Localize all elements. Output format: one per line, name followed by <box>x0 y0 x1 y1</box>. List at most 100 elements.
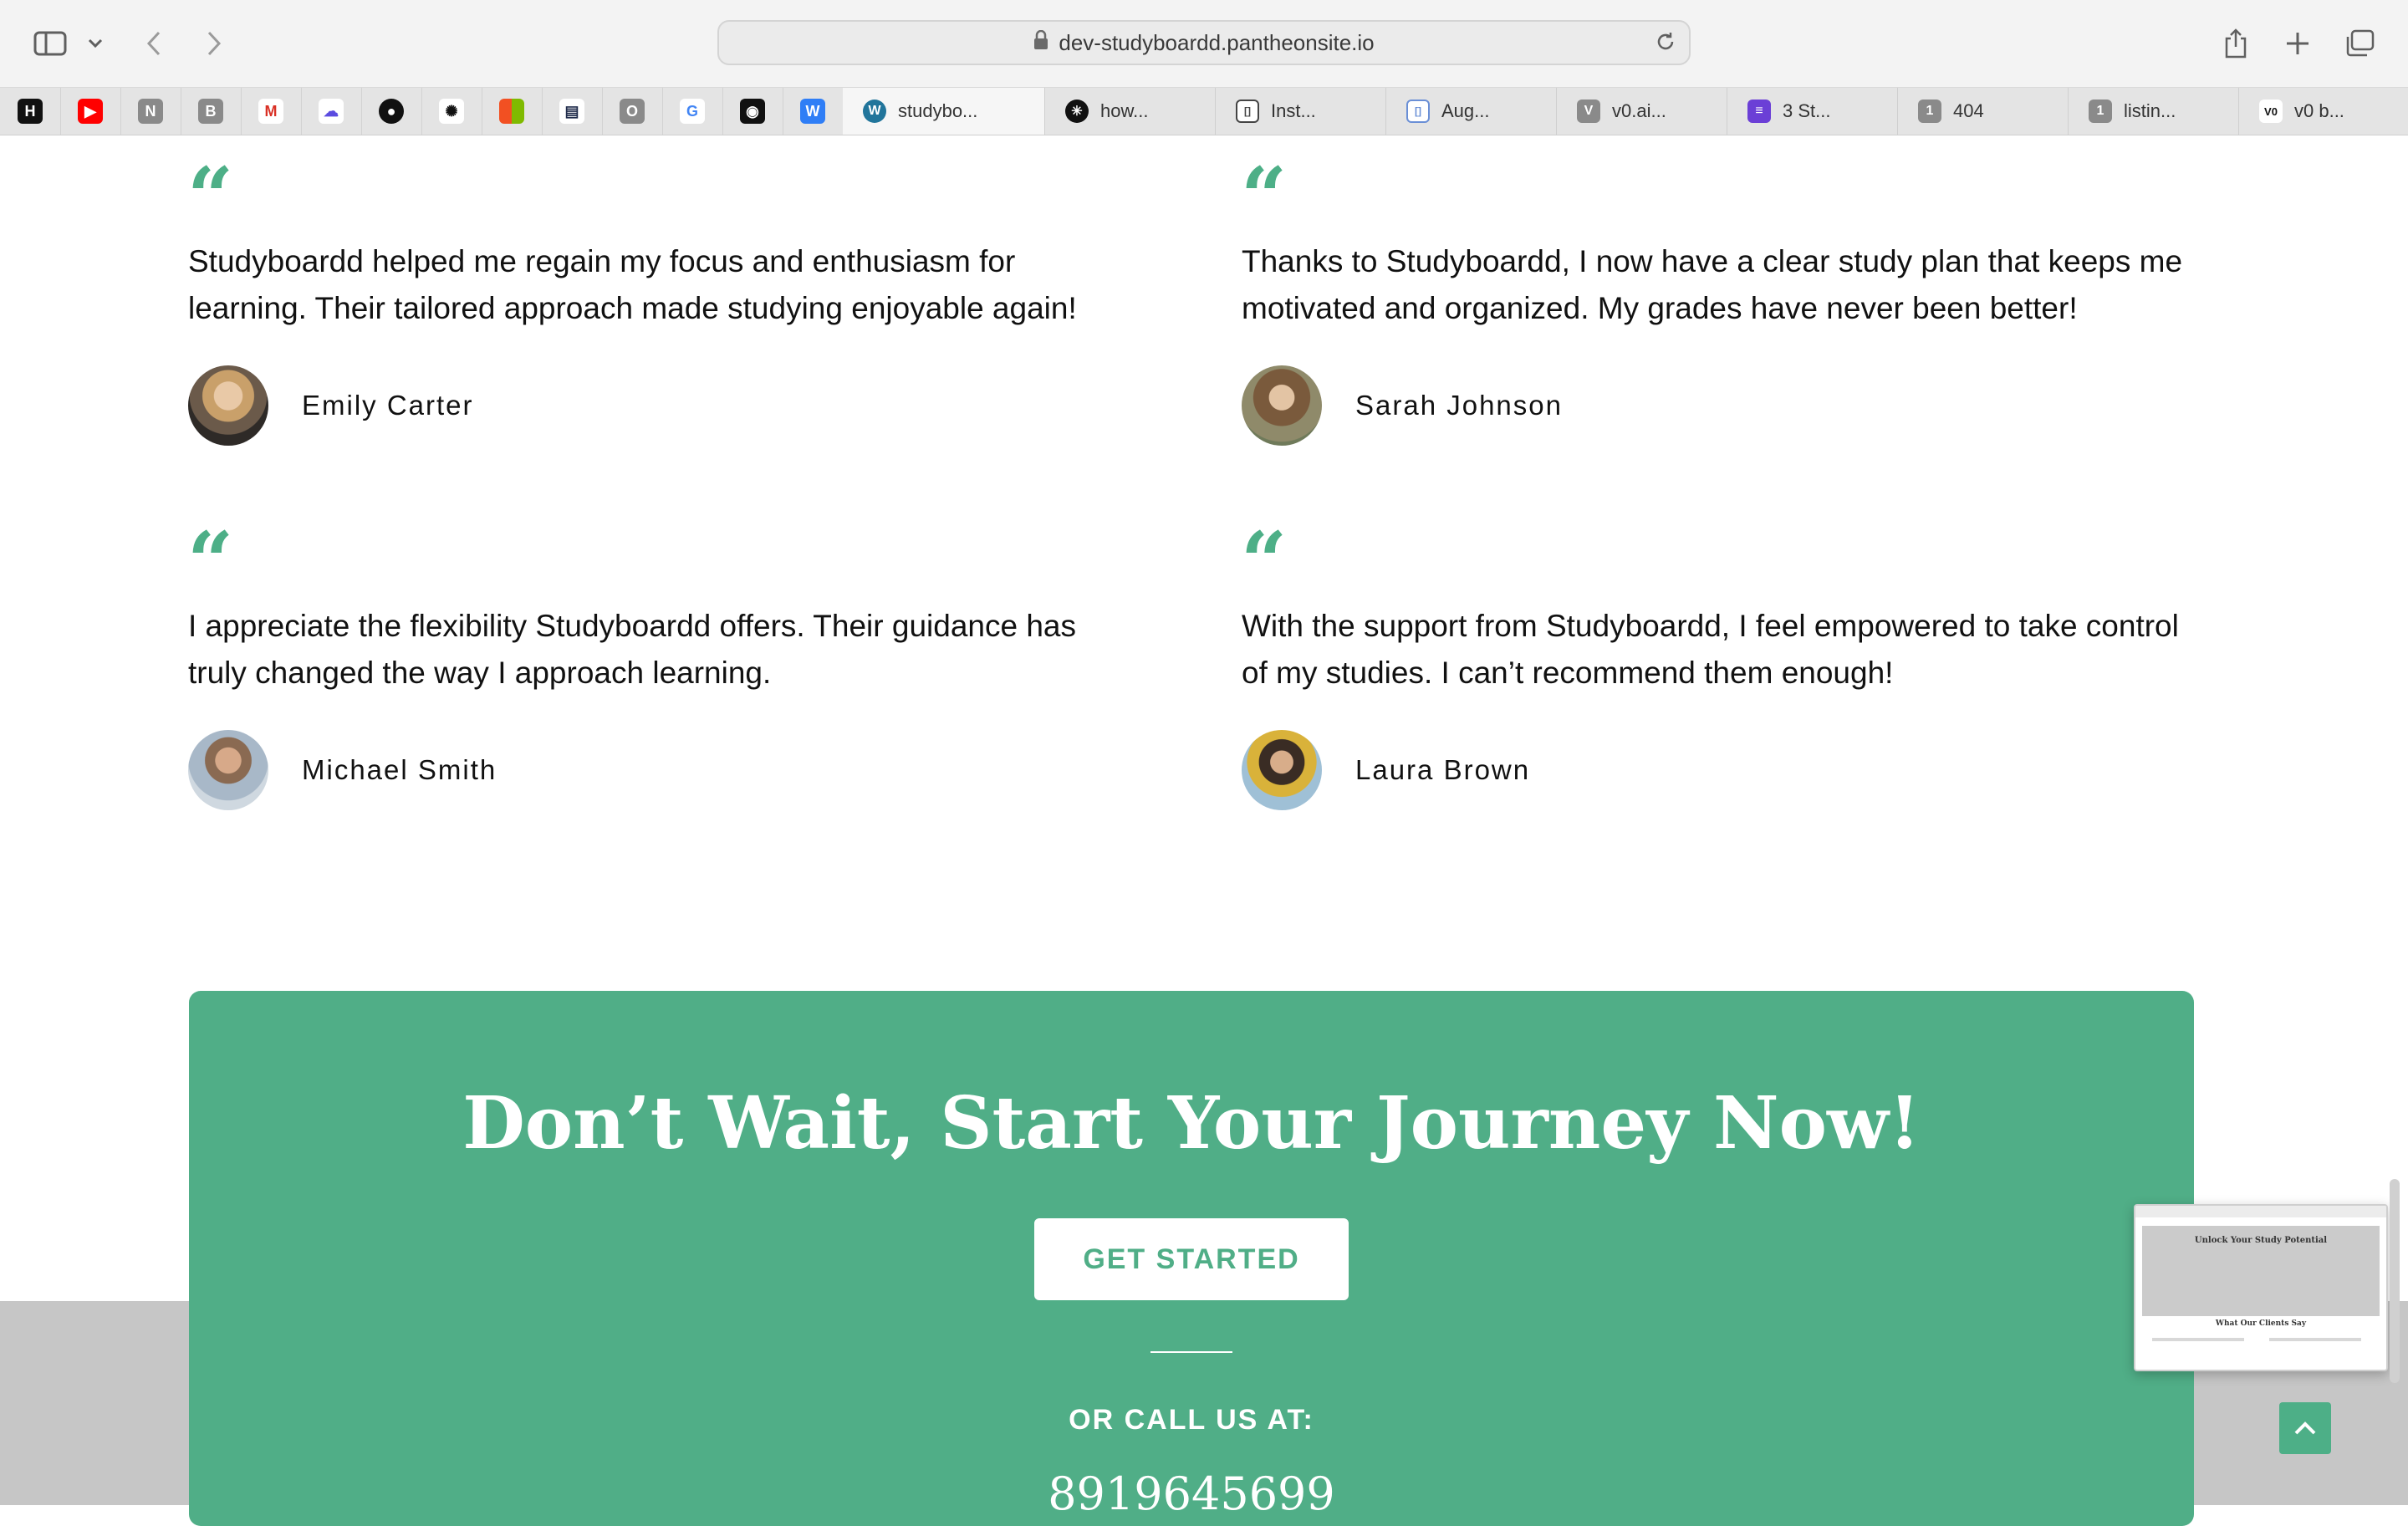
hn-icon: H <box>18 99 43 124</box>
tab-overview-icon[interactable] <box>2341 25 2378 62</box>
o-icon: O <box>620 99 645 124</box>
author-name: Emily Carter <box>302 390 474 421</box>
gmail-icon: M <box>258 99 283 124</box>
tab-label: how... <box>1100 100 1149 121</box>
cta-banner: Don’t Wait, Start Your Journey Now! GET … <box>189 991 2194 1526</box>
google-icon: G <box>680 99 705 124</box>
testimonial-text: Studyboardd helped me regain my focus an… <box>188 244 1077 325</box>
pinned-tab[interactable]: B <box>181 88 242 135</box>
pinned-tab[interactable]: H <box>0 88 61 135</box>
phone-number[interactable]: 8919645699 <box>189 1467 2194 1520</box>
thumbnail-line <box>2152 1338 2244 1341</box>
tab-label: listin... <box>2124 100 2176 121</box>
bracket-icon: [] <box>1236 100 1259 123</box>
cloud-icon: ☁ <box>319 99 344 124</box>
quote-icon: “ <box>187 514 234 609</box>
thumbnail-line <box>2269 1338 2361 1341</box>
quote-icon: “ <box>1241 514 1288 609</box>
github-icon: ● <box>379 99 404 124</box>
pinned-tab[interactable]: G <box>662 88 723 135</box>
youtube-icon: ▶ <box>78 99 103 124</box>
get-started-button[interactable]: GET STARTED <box>1034 1218 1349 1300</box>
pinned-tab[interactable]: M <box>241 88 302 135</box>
b-icon: B <box>198 99 223 124</box>
back-icon[interactable] <box>135 25 172 62</box>
tab-label: studybo... <box>898 100 978 121</box>
url-text: dev-studyboardd.pantheonsite.io <box>1059 29 1375 55</box>
tab-label: 404 <box>1953 100 1984 121</box>
pinned-tab[interactable]: ▤ <box>542 88 603 135</box>
testimonial-author: Michael Smith <box>188 730 497 810</box>
avatar <box>188 730 268 810</box>
v-icon: V <box>1577 100 1600 123</box>
reload-icon[interactable] <box>1654 30 1677 59</box>
new-tab-icon[interactable] <box>2279 25 2316 62</box>
tab-v0b[interactable]: V0 v0 b... <box>2239 88 2408 135</box>
chevron-up-icon <box>2294 1421 2316 1435</box>
tab-3st[interactable]: ≡ 3 St... <box>1727 88 1898 135</box>
microsoft-icon <box>499 99 524 124</box>
lock-icon <box>1033 29 1048 56</box>
call-label: OR CALL US AT: <box>1069 1404 1314 1436</box>
tab-label: v0.ai... <box>1612 100 1666 121</box>
quote-icon: “ <box>187 150 234 244</box>
author-name: Michael Smith <box>302 754 497 785</box>
share-icon[interactable] <box>2217 25 2254 62</box>
pinned-tab[interactable]: W <box>783 88 844 135</box>
tab-how[interactable]: ✳ how... <box>1045 88 1216 135</box>
bracket-icon: [] <box>1406 100 1430 123</box>
pinned-tab[interactable]: ▶ <box>60 88 121 135</box>
avatar <box>188 365 268 446</box>
chatgpt-icon: ◉ <box>740 99 765 124</box>
tab-label: 3 St... <box>1783 100 1831 121</box>
tab-listin[interactable]: 1 listin... <box>2069 88 2239 135</box>
testimonial-text: With the support from Studyboardd, I fee… <box>1242 609 2179 690</box>
chevron-down-icon[interactable] <box>80 25 110 62</box>
n-icon: N <box>138 99 163 124</box>
quote-icon: “ <box>1241 150 1288 244</box>
testimonial-author: Sarah Johnson <box>1242 365 1563 446</box>
author-name: Laura Brown <box>1355 754 1531 785</box>
thumbnail-chrome <box>2135 1206 2386 1217</box>
openai-icon: ✺ <box>439 99 464 124</box>
testimonial-text: Thanks to Studyboardd, I now have a clea… <box>1242 244 2183 325</box>
address-bar[interactable]: dev-studyboardd.pantheonsite.io <box>717 20 1691 65</box>
w-icon: W <box>800 99 825 124</box>
scrollbar[interactable] <box>2390 1179 2400 1383</box>
page-preview-thumbnail[interactable]: Unlock Your Study Potential What Our Cli… <box>2134 1204 2388 1371</box>
sidebar-toggle-icon[interactable] <box>32 25 69 62</box>
avatar <box>1242 365 1322 446</box>
testimonial-author: Laura Brown <box>1242 730 1530 810</box>
tab-label: Inst... <box>1271 100 1316 121</box>
tab-studyboardd[interactable]: W studybo... <box>843 88 1045 135</box>
pinned-tab[interactable]: ◉ <box>722 88 783 135</box>
thumbnail-subtitle: What Our Clients Say <box>2215 1319 2307 1328</box>
pinned-tab[interactable]: ● <box>361 88 422 135</box>
scroll-to-top-button[interactable] <box>2279 1402 2331 1454</box>
tab-404[interactable]: 1 404 <box>1898 88 2069 135</box>
tab-label: v0 b... <box>2294 100 2344 121</box>
cta-title: Don’t Wait, Start Your Journey Now! <box>462 1081 1921 1166</box>
pinned-tab[interactable]: O <box>602 88 663 135</box>
perplexity-icon: ✳ <box>1065 100 1089 123</box>
tab-aug[interactable]: [] Aug... <box>1386 88 1557 135</box>
tab-bar: H ▶ N B M ☁ ● ✺ ▤ O G ◉ W W studybo... ✳… <box>0 88 2408 135</box>
footer-background <box>0 1301 189 1505</box>
pinned-tab[interactable]: ✺ <box>421 88 482 135</box>
wordpress-icon: W <box>863 100 886 123</box>
testimonial-author: Emily Carter <box>188 365 474 446</box>
thumbnail-title: Unlock Your Study Potential <box>2194 1236 2328 1245</box>
one-icon: 1 <box>2089 100 2112 123</box>
browser-toolbar: dev-studyboardd.pantheonsite.io <box>0 0 2408 88</box>
pinned-tab[interactable]: ☁ <box>301 88 362 135</box>
forward-icon[interactable] <box>196 25 232 62</box>
avatar <box>1242 730 1322 810</box>
author-name: Sarah Johnson <box>1355 390 1563 421</box>
divider <box>1150 1351 1232 1353</box>
pinned-tab[interactable] <box>482 88 543 135</box>
tab-v0ai[interactable]: V v0.ai... <box>1557 88 1727 135</box>
linear-icon: ≡ <box>1747 100 1771 123</box>
pinned-tab[interactable]: N <box>120 88 181 135</box>
testimonial-text: I appreciate the flexibility Studyboardd… <box>188 609 1076 690</box>
tab-inst[interactable]: [] Inst... <box>1216 88 1386 135</box>
